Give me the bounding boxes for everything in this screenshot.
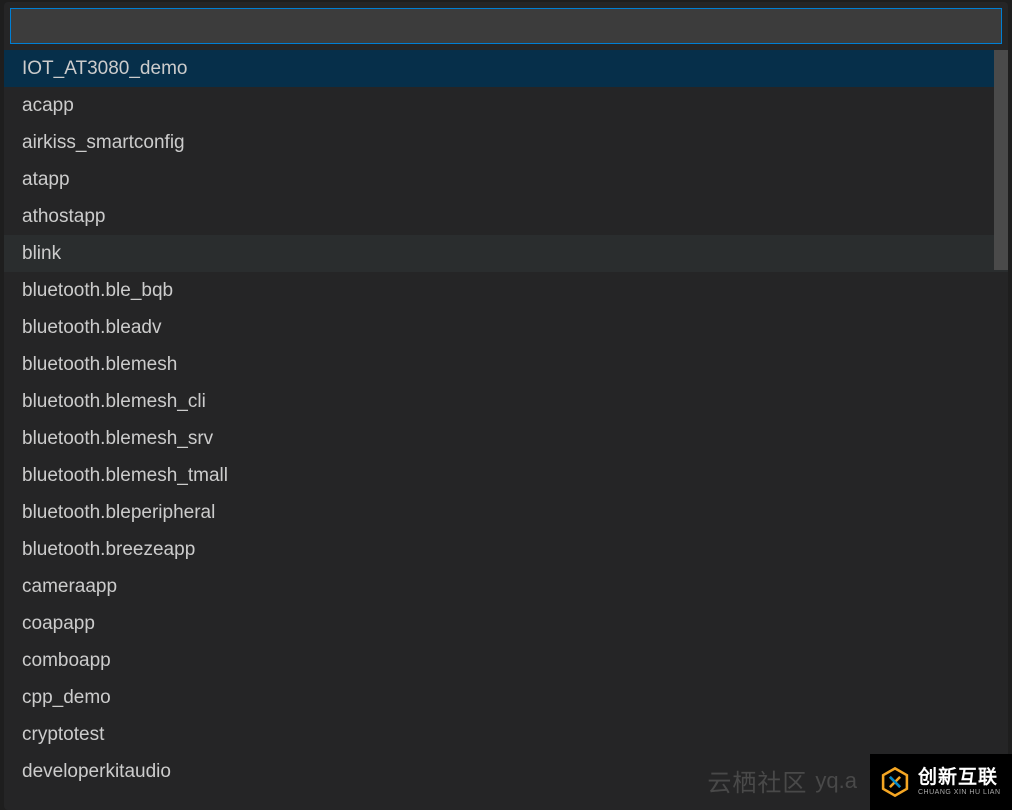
list-item[interactable]: acapp [4, 87, 1008, 124]
list-item[interactable]: blink [4, 235, 1008, 272]
watermark-brand: 云栖社区 [707, 763, 807, 798]
list-item[interactable]: cpp_demo [4, 679, 1008, 716]
list-item[interactable]: coapapp [4, 605, 1008, 642]
list-item[interactable]: airkiss_smartconfig [4, 124, 1008, 161]
list-item[interactable]: bluetooth.breezeapp [4, 531, 1008, 568]
list-item[interactable]: bluetooth.blemesh_srv [4, 420, 1008, 457]
list-item[interactable]: bluetooth.blemesh_cli [4, 383, 1008, 420]
watermark: 云栖社区 yq.a [707, 763, 857, 798]
input-wrapper [4, 2, 1008, 50]
list-item[interactable]: comboapp [4, 642, 1008, 679]
list-container: IOT_AT3080_demoacappairkiss_smartconfiga… [4, 50, 1008, 810]
list-item[interactable]: cameraapp [4, 568, 1008, 605]
quick-picker: IOT_AT3080_demoacappairkiss_smartconfiga… [4, 2, 1008, 810]
logo-main-text: 创新互联 [918, 768, 1001, 787]
list-item[interactable]: bluetooth.blemesh [4, 346, 1008, 383]
scrollbar-thumb[interactable] [994, 50, 1008, 270]
list-item[interactable]: atapp [4, 161, 1008, 198]
quick-input[interactable] [10, 8, 1002, 44]
watermark-domain: yq.a [815, 768, 857, 794]
picker-list: IOT_AT3080_demoacappairkiss_smartconfiga… [4, 50, 1008, 790]
list-item[interactable]: bluetooth.blemesh_tmall [4, 457, 1008, 494]
list-item[interactable]: athostapp [4, 198, 1008, 235]
list-item[interactable]: developerkitaudio [4, 753, 1008, 790]
list-item[interactable]: IOT_AT3080_demo [4, 50, 1008, 87]
list-item[interactable]: bluetooth.bleperipheral [4, 494, 1008, 531]
list-item[interactable]: bluetooth.bleadv [4, 309, 1008, 346]
logo-icon [878, 765, 912, 799]
list-item[interactable]: bluetooth.ble_bqb [4, 272, 1008, 309]
corner-logo: 创新互联 CHUANG XIN HU LIAN [870, 754, 1012, 810]
logo-sub-text: CHUANG XIN HU LIAN [918, 789, 1001, 796]
logo-text: 创新互联 CHUANG XIN HU LIAN [918, 768, 1001, 796]
list-item[interactable]: cryptotest [4, 716, 1008, 753]
